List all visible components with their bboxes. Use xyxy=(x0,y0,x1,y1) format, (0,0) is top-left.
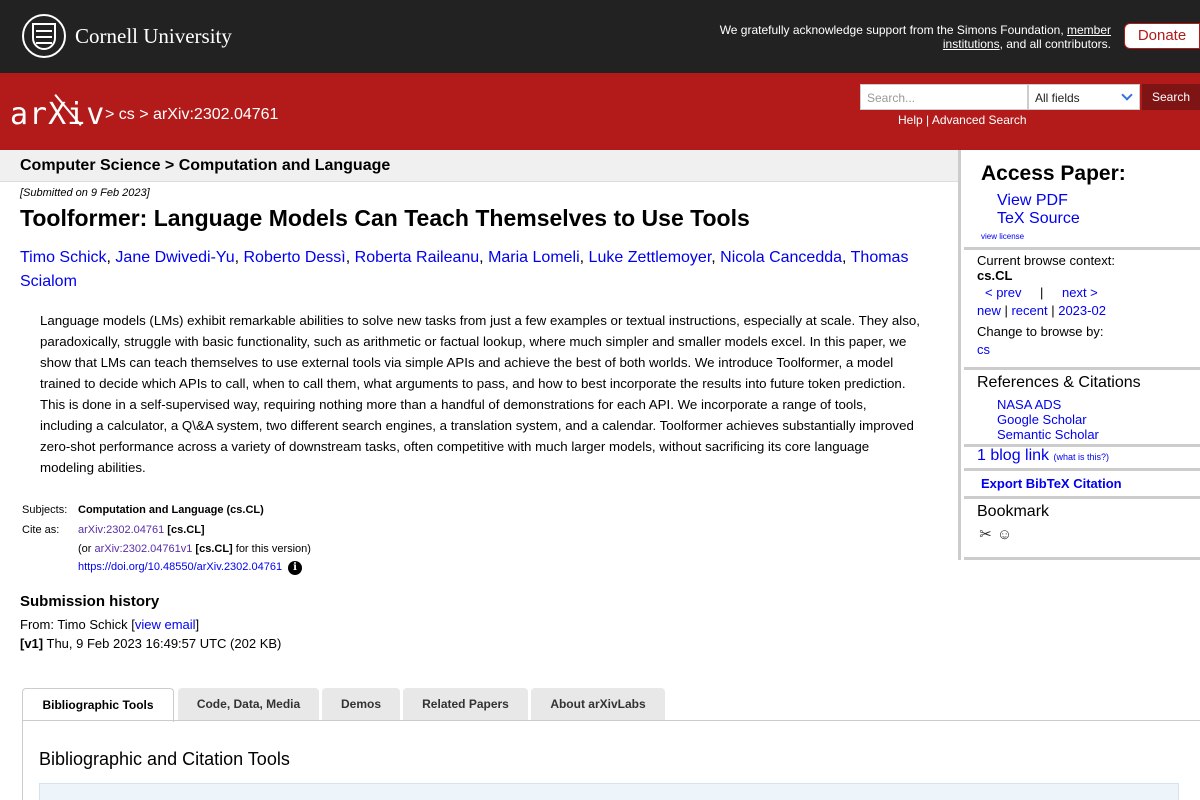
tab-bibliographic-tools[interactable]: Bibliographic Tools xyxy=(22,688,174,722)
reddit-icon[interactable]: ☺ xyxy=(996,526,1013,543)
panel-content xyxy=(39,783,1179,800)
cornell-university-link[interactable]: Cornell University xyxy=(75,24,232,49)
subjects-label: Subjects: xyxy=(22,504,68,516)
access-paper-title: Access Paper: xyxy=(981,162,1126,185)
arxiv-logo[interactable]: arXiv xyxy=(10,94,105,132)
browse-context-value: cs.CL xyxy=(977,268,1013,283)
author-list: Timo Schick, Jane Dwivedi-Yu, Roberto De… xyxy=(20,249,909,290)
change-browse-label: Change to browse by: xyxy=(977,324,1104,339)
panel-title: Bibliographic and Citation Tools xyxy=(39,749,290,769)
cite-label: Cite as: xyxy=(22,524,60,536)
view-pdf-link[interactable]: View PDF xyxy=(997,192,1068,210)
tab-related-papers[interactable]: Related Papers xyxy=(403,688,528,720)
view-email-link[interactable]: view email xyxy=(135,617,196,632)
acknowledgement: We gratefully acknowledge support from t… xyxy=(719,23,1111,51)
what-is-this-link[interactable]: (what is this?) xyxy=(1054,452,1110,462)
author-link[interactable]: Nicola Cancedda xyxy=(720,249,842,266)
tab-panel: Bibliographic and Citation Tools xyxy=(22,720,1200,800)
tab-code-data-media[interactable]: Code, Data, Media xyxy=(178,688,319,720)
blog-link[interactable]: 1 blog link xyxy=(977,447,1049,464)
subjects-value: Computation and Language (cs.CL) xyxy=(78,504,264,516)
nasa-ads-link[interactable]: NASA ADS xyxy=(997,397,1061,412)
export-bibtex-box: Export BibTeX Citation xyxy=(964,471,1200,499)
author-link[interactable]: Maria Lomeli xyxy=(488,249,580,266)
tex-source-link[interactable]: TeX Source xyxy=(997,210,1080,228)
advanced-search-link[interactable]: Advanced Search xyxy=(932,113,1027,127)
search-links: Help | Advanced Search xyxy=(898,113,1027,127)
tab-about-arxivlabs[interactable]: About arXivLabs xyxy=(531,688,665,720)
paper-title: Toolformer: Language Models Can Teach Th… xyxy=(20,205,750,231)
search-field-select[interactable]: All fields xyxy=(1028,84,1140,110)
tab-demos[interactable]: Demos xyxy=(322,688,400,720)
help-link[interactable]: Help xyxy=(898,113,923,127)
blog-links-box: 1 blog link (what is this?) xyxy=(964,447,1200,471)
export-bibtex-link[interactable]: Export BibTeX Citation xyxy=(981,476,1122,491)
new-link[interactable]: new xyxy=(977,303,1001,318)
submission-from: From: Timo Schick [view email] xyxy=(20,617,200,632)
donate-button[interactable]: Donate xyxy=(1124,23,1200,49)
google-scholar-link[interactable]: Google Scholar xyxy=(997,412,1087,427)
bibsonomy-icon[interactable]: ✂ xyxy=(977,526,994,543)
cite-v1-link[interactable]: arXiv:2302.04761v1 xyxy=(95,543,193,555)
submission-v1: [v1] Thu, 9 Feb 2023 16:49:57 UTC (202 K… xyxy=(20,636,282,651)
author-link[interactable]: Jane Dwivedi-Yu xyxy=(115,249,234,266)
abstract: Language models (LMs) exhibit remarkable… xyxy=(40,313,920,475)
breadcrumb[interactable]: > cs > arXiv:2302.04761 xyxy=(105,106,278,124)
cornell-seal-icon[interactable] xyxy=(22,14,66,58)
bookmark-title: Bookmark xyxy=(977,503,1050,520)
author-link[interactable]: Roberta Raileanu xyxy=(355,249,480,266)
tab-bar: Bibliographic Tools Code, Data, Media De… xyxy=(22,688,1200,722)
next-link[interactable]: next > xyxy=(1062,285,1098,300)
top-bar: Cornell University We gratefully acknowl… xyxy=(0,0,1200,73)
subject-header: Computer Science > Computation and Langu… xyxy=(0,150,958,182)
cite-id-link[interactable]: arXiv:2302.04761 xyxy=(78,524,164,536)
access-paper-box: Access Paper: View PDF TeX Source view l… xyxy=(964,150,1200,250)
submitted-date: [Submitted on 9 Feb 2023] xyxy=(20,187,150,199)
browse-context-label: Current browse context: xyxy=(977,253,1116,268)
author-link[interactable]: Luke Zettlemoyer xyxy=(589,249,712,266)
author-link[interactable]: Timo Schick xyxy=(20,249,107,266)
references-box: References & Citations NASA ADS Google S… xyxy=(964,370,1200,447)
info-icon[interactable]: i xyxy=(288,561,303,575)
month-link[interactable]: 2023-02 xyxy=(1058,303,1106,318)
bookmark-box: Bookmark ✂ ☺ xyxy=(964,499,1200,560)
doi-link[interactable]: https://doi.org/10.48550/arXiv.2302.0476… xyxy=(78,561,282,573)
prev-link[interactable]: < prev xyxy=(985,285,1022,300)
subject-header-title: Computer Science > Computation and Langu… xyxy=(20,157,391,174)
sidebar: Access Paper: View PDF TeX Source view l… xyxy=(958,150,1200,560)
browse-context-box: Current browse context: cs.CL < prev | n… xyxy=(964,250,1200,370)
search-button[interactable]: Search xyxy=(1142,84,1200,110)
author-link[interactable]: Roberto Dessì xyxy=(243,249,345,266)
arxiv-header: arXiv > cs > arXiv:2302.04761 Search... … xyxy=(0,73,1200,150)
search-input[interactable]: Search... xyxy=(860,84,1028,110)
references-title: References & Citations xyxy=(977,374,1141,391)
semantic-scholar-link[interactable]: Semantic Scholar xyxy=(997,427,1099,442)
submission-history-title: Submission history xyxy=(20,593,160,610)
recent-link[interactable]: recent xyxy=(1011,303,1047,318)
chevron-down-icon xyxy=(1121,89,1133,101)
view-license-link[interactable]: view license xyxy=(981,232,1024,241)
browse-cs-link[interactable]: cs xyxy=(977,342,990,357)
